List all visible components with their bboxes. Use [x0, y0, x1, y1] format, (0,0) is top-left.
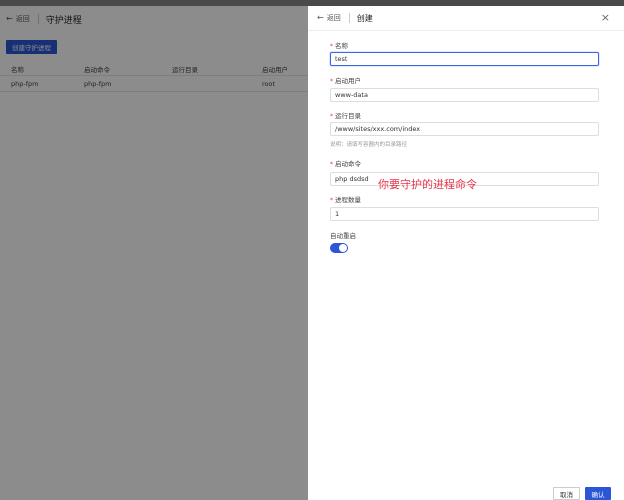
header-divider [348, 13, 350, 23]
confirm-button[interactable]: 确认 [585, 487, 611, 500]
dir-label: * 运行目录 [330, 112, 361, 120]
drawer-title: 创建 [356, 13, 373, 23]
count-input[interactable]: 1 [330, 207, 599, 221]
dir-input[interactable]: /www/sites/xxx.com/index [330, 122, 599, 136]
user-input[interactable]: www-data [330, 88, 599, 102]
command-annotation: 你要守护的进程命令 [378, 178, 477, 191]
autorestart-toggle[interactable] [330, 243, 348, 253]
user-label: * 启动用户 [330, 77, 361, 85]
command-label: * 启动命令 [330, 160, 361, 168]
name-label: * 名称 [330, 42, 348, 50]
dir-hint: 说明：请填写容器内的目录路径 [330, 142, 408, 148]
required-mark: * [330, 197, 333, 204]
required-mark: * [330, 78, 333, 85]
drawer-back-link[interactable]: ← 返回 [317, 13, 341, 23]
name-input[interactable]: test [330, 52, 599, 66]
count-label: * 进程数量 [330, 196, 361, 204]
drawer-back-label: 返回 [326, 14, 341, 22]
required-mark: * [330, 113, 333, 120]
autorestart-label: 自动重启 [330, 232, 356, 240]
cancel-button[interactable]: 取消 [553, 487, 580, 500]
arrow-left-icon: ← [317, 13, 324, 22]
drawer-header: ← 返回 创建 × [308, 6, 624, 31]
toggle-knob [339, 244, 347, 252]
required-mark: * [330, 43, 333, 50]
required-mark: * [330, 161, 333, 168]
close-icon[interactable]: × [601, 12, 610, 23]
